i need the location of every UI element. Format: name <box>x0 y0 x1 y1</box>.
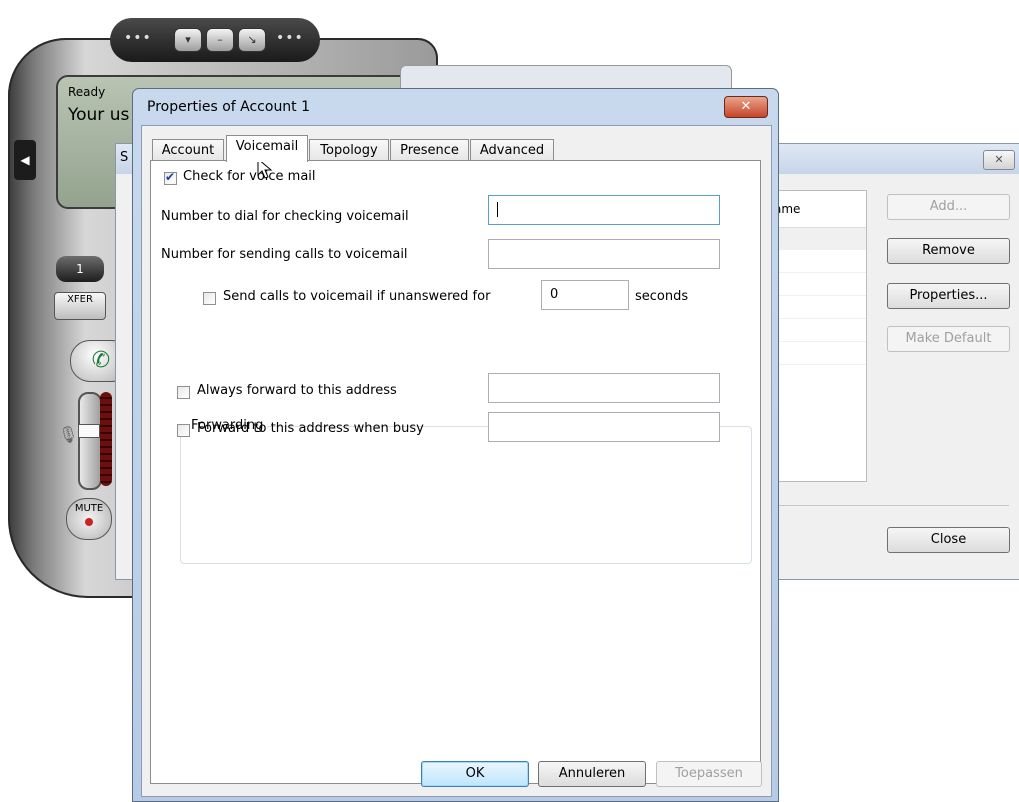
mute-label: MUTE <box>74 503 104 514</box>
make-default-button[interactable]: Make Default <box>887 326 1010 352</box>
busy-forward-checkbox[interactable] <box>177 424 190 437</box>
status-text: Ready <box>68 85 106 99</box>
minimize-button[interactable]: – <box>206 28 234 52</box>
account-properties-button[interactable]: Properties... <box>887 283 1010 309</box>
divider <box>766 505 1009 506</box>
unanswered-label[interactable]: Send calls to voicemail if unanswered fo… <box>223 289 490 304</box>
mute-button[interactable]: MUTE <box>66 498 112 540</box>
restore-button[interactable]: ↘ <box>238 28 266 52</box>
line-1-button[interactable]: 1 <box>56 256 104 282</box>
remove-account-button[interactable]: Remove <box>887 238 1010 264</box>
cancel-button[interactable]: Annuleren <box>538 761 646 787</box>
level-meter <box>100 392 112 486</box>
check-voicemail-label[interactable]: Check for voice mail <box>183 169 316 184</box>
collapse-arrow-icon[interactable]: ◀ <box>14 140 36 180</box>
tab-topology[interactable]: Topology <box>309 139 389 161</box>
close-accounts-button[interactable]: Close <box>887 527 1010 553</box>
tab-advanced[interactable]: Advanced <box>470 139 554 161</box>
dial-number-label: Number to dial for checking voicemail <box>161 209 409 224</box>
dialog-title: Properties of Account 1 <box>147 99 311 115</box>
display-message: Your us <box>68 105 130 125</box>
text-caret <box>497 202 498 217</box>
send-number-input[interactable] <box>488 239 720 269</box>
transfer-button[interactable]: XFER <box>54 292 106 320</box>
mute-indicator-icon <box>85 518 93 526</box>
volume-slider-knob[interactable] <box>78 424 100 438</box>
softphone-top-bar: ••• ▾ – ↘ ••• <box>110 18 320 62</box>
unanswered-seconds-input[interactable]: 0 <box>541 280 629 310</box>
busy-forward-label[interactable]: Forward to this address when busy <box>197 421 424 436</box>
always-forward-checkbox[interactable] <box>177 386 190 399</box>
forwarding-group: Forwarding <box>180 418 752 564</box>
dialog-close-icon[interactable]: ✕ <box>724 96 768 118</box>
dots-decoration-left: ••• <box>124 30 152 46</box>
dots-decoration-right: ••• <box>276 30 304 46</box>
dialog-client-area: Account Voicemail Topology Presence Adva… <box>141 125 772 797</box>
tab-presence[interactable]: Presence <box>390 139 469 161</box>
accounts-window-title: S <box>120 150 129 165</box>
menu-dropdown-button[interactable]: ▾ <box>174 28 202 52</box>
dial-number-input[interactable] <box>488 195 720 225</box>
check-voicemail-checkbox[interactable] <box>164 170 177 185</box>
busy-forward-input[interactable] <box>488 412 720 442</box>
tab-voicemail[interactable]: Voicemail <box>226 135 308 162</box>
send-number-label: Number for sending calls to voicemail <box>161 247 408 262</box>
unanswered-checkbox[interactable] <box>203 292 216 305</box>
tab-account[interactable]: Account <box>152 139 224 161</box>
always-forward-input[interactable] <box>488 373 720 403</box>
voicemail-tab-panel: Check for voice mail Number to dial for … <box>150 160 761 784</box>
add-account-button[interactable]: Add... <box>887 194 1010 220</box>
seconds-label: seconds <box>635 289 689 304</box>
accounts-close-icon[interactable]: ✕ <box>983 150 1015 170</box>
microphone-icon: 🎙 <box>58 425 79 444</box>
volume-slider[interactable] <box>78 392 102 490</box>
ok-button[interactable]: OK <box>421 761 529 787</box>
always-forward-label[interactable]: Always forward to this address <box>197 383 397 398</box>
properties-dialog: Properties of Account 1 ✕ Account Voicem… <box>132 88 779 802</box>
apply-button[interactable]: Toepassen <box>656 761 762 787</box>
